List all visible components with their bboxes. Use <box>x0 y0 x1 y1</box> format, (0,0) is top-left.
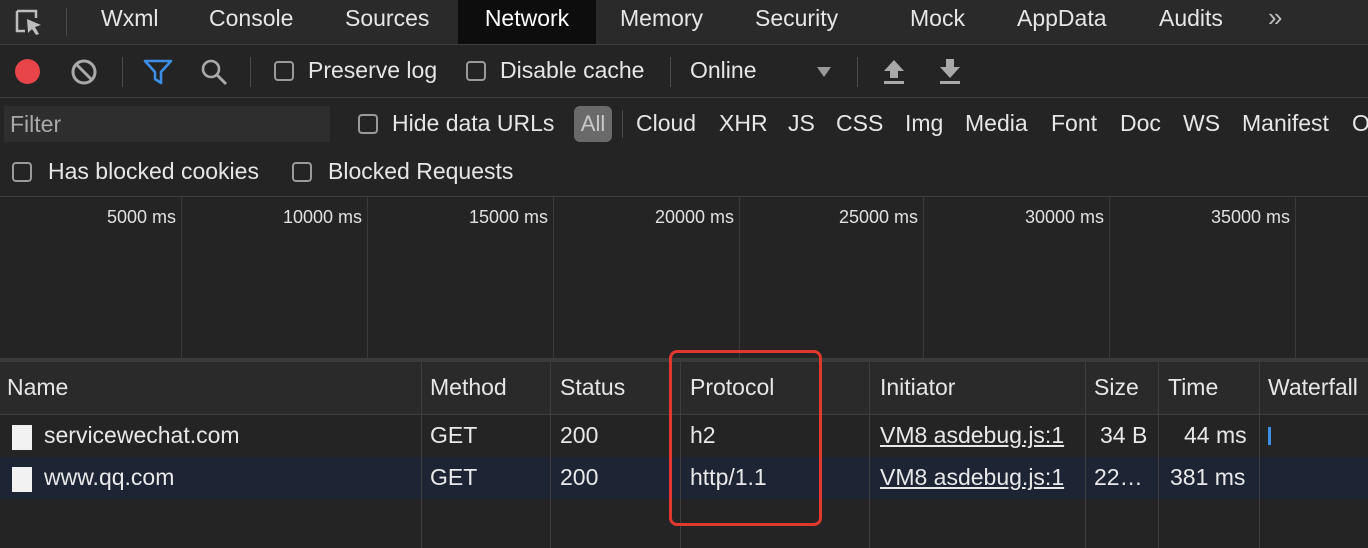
filter-type-img[interactable]: Img <box>905 110 943 137</box>
toolbar-separator <box>250 57 251 87</box>
column-divider[interactable] <box>550 362 551 548</box>
filter-input[interactable] <box>4 106 330 142</box>
tab-security[interactable]: Security <box>755 0 838 44</box>
document-icon <box>12 425 32 450</box>
tab-separator <box>66 8 67 36</box>
grid-line <box>367 197 368 358</box>
timeline-tick: 20000 ms <box>654 207 734 227</box>
disable-cache-label: Disable cache <box>500 57 645 83</box>
cell-time: 381 ms <box>1170 464 1246 490</box>
record-icon[interactable] <box>15 59 40 84</box>
tab-network[interactable]: Network <box>458 0 596 44</box>
toolbar-separator <box>670 57 671 87</box>
timeline-tick: 30000 ms <box>1024 207 1104 227</box>
grid-line <box>1109 197 1110 358</box>
upload-icon[interactable] <box>881 57 907 85</box>
devtools-tab-bar: Wxml Console Sources Network Memory Secu… <box>0 0 1368 45</box>
timeline-tick: 5000 ms <box>106 207 176 227</box>
grid-line <box>553 197 554 358</box>
tab-wxml[interactable]: Wxml <box>101 0 158 44</box>
hide-data-urls-checkbox[interactable] <box>358 114 378 134</box>
filter-separator <box>622 110 623 138</box>
column-header-time[interactable]: Time <box>1168 374 1218 401</box>
column-header-waterfall[interactable]: Waterfall <box>1268 374 1358 401</box>
filter-type-xhr[interactable]: XHR <box>719 110 768 137</box>
tab-appdata[interactable]: AppData <box>1017 0 1107 44</box>
toolbar-separator <box>857 57 858 87</box>
clear-icon[interactable] <box>70 58 98 86</box>
cell-name: servicewechat.com <box>44 422 240 448</box>
filter-type-doc[interactable]: Doc <box>1120 110 1161 137</box>
filter-type-cloud[interactable]: Cloud <box>636 110 696 137</box>
filter-type-js[interactable]: JS <box>788 110 815 137</box>
filter-type-css[interactable]: CSS <box>836 110 883 137</box>
preserve-log-label: Preserve log <box>308 57 438 83</box>
timeline-tick: 25000 ms <box>838 207 918 227</box>
tab-audits[interactable]: Audits <box>1159 0 1223 44</box>
timeline-overview[interactable]: 5000 ms 10000 ms 15000 ms 20000 ms 25000… <box>0 197 1368 358</box>
waterfall-cell <box>1260 457 1368 499</box>
column-divider[interactable] <box>421 362 422 548</box>
cell-initiator-link[interactable]: VM8 asdebug.js:1 <box>880 422 1064 449</box>
cell-status: 200 <box>560 422 599 448</box>
throttling-select[interactable]: Online <box>690 57 756 84</box>
timeline-tick: 35000 ms <box>1210 207 1290 227</box>
grid-line <box>181 197 182 358</box>
timeline-tick: 10000 ms <box>282 207 362 227</box>
cell-size: 34 B <box>1100 422 1148 448</box>
document-icon <box>12 467 32 492</box>
tab-mock[interactable]: Mock <box>910 0 965 44</box>
more-tabs-icon[interactable]: » <box>1268 2 1282 33</box>
hide-data-urls-label: Hide data URLs <box>392 110 555 136</box>
column-header-initiator[interactable]: Initiator <box>880 374 955 401</box>
column-header-status[interactable]: Status <box>560 374 625 401</box>
grid-line <box>1295 197 1296 358</box>
column-divider[interactable] <box>1158 362 1159 548</box>
filter-type-ws[interactable]: WS <box>1183 110 1220 137</box>
filter-type-other[interactable]: O <box>1352 110 1368 137</box>
has-blocked-cookies-label: Has blocked cookies <box>48 158 259 184</box>
filter-icon[interactable] <box>143 58 173 86</box>
grid-line <box>923 197 924 358</box>
search-icon[interactable] <box>200 58 228 86</box>
network-toolbar: Preserve log Disable cache Online <box>0 45 1368 98</box>
filter-bar: Hide data URLs All Cloud XHR JS CSS Img … <box>0 98 1368 197</box>
column-header-name[interactable]: Name <box>7 374 68 401</box>
disable-cache-checkbox[interactable] <box>466 61 486 81</box>
cell-initiator-link[interactable]: VM8 asdebug.js:1 <box>880 464 1064 491</box>
cell-method: GET <box>430 422 478 448</box>
column-divider[interactable] <box>1085 362 1086 548</box>
filter-type-font[interactable]: Font <box>1051 110 1097 137</box>
filter-type-all[interactable]: All <box>574 106 612 142</box>
blocked-requests-checkbox[interactable] <box>292 162 312 182</box>
column-header-size[interactable]: Size <box>1094 374 1139 401</box>
cell-method: GET <box>430 464 478 490</box>
timeline-tick: 15000 ms <box>468 207 548 227</box>
waterfall-bar[interactable] <box>1268 427 1271 445</box>
grid-line <box>739 197 740 358</box>
cell-status: 200 <box>560 464 599 490</box>
tab-sources[interactable]: Sources <box>345 0 429 44</box>
column-header-method[interactable]: Method <box>430 374 507 401</box>
column-divider[interactable] <box>1259 362 1260 548</box>
toolbar-separator <box>122 57 123 87</box>
table-row[interactable]: servicewechat.com GET 200 h2 VM8 asdebug… <box>0 415 1260 457</box>
cell-name: www.qq.com <box>44 464 175 490</box>
cell-time: 44 ms <box>1184 422 1247 448</box>
filter-type-manifest[interactable]: Manifest <box>1242 110 1329 137</box>
blocked-requests-label: Blocked Requests <box>328 158 514 184</box>
download-icon[interactable] <box>937 57 963 85</box>
protocol-highlight-box <box>669 350 822 526</box>
tab-console[interactable]: Console <box>209 0 293 44</box>
element-picker-icon[interactable] <box>14 8 44 36</box>
has-blocked-cookies-checkbox[interactable] <box>12 162 32 182</box>
tab-memory[interactable]: Memory <box>620 0 703 44</box>
table-row[interactable]: www.qq.com GET 200 http/1.1 VM8 asdebug.… <box>0 457 1260 499</box>
filter-type-media[interactable]: Media <box>965 110 1028 137</box>
column-divider[interactable] <box>869 362 870 548</box>
chevron-down-icon[interactable] <box>816 66 832 78</box>
cell-size: 22… <box>1094 464 1143 490</box>
preserve-log-checkbox[interactable] <box>274 61 294 81</box>
